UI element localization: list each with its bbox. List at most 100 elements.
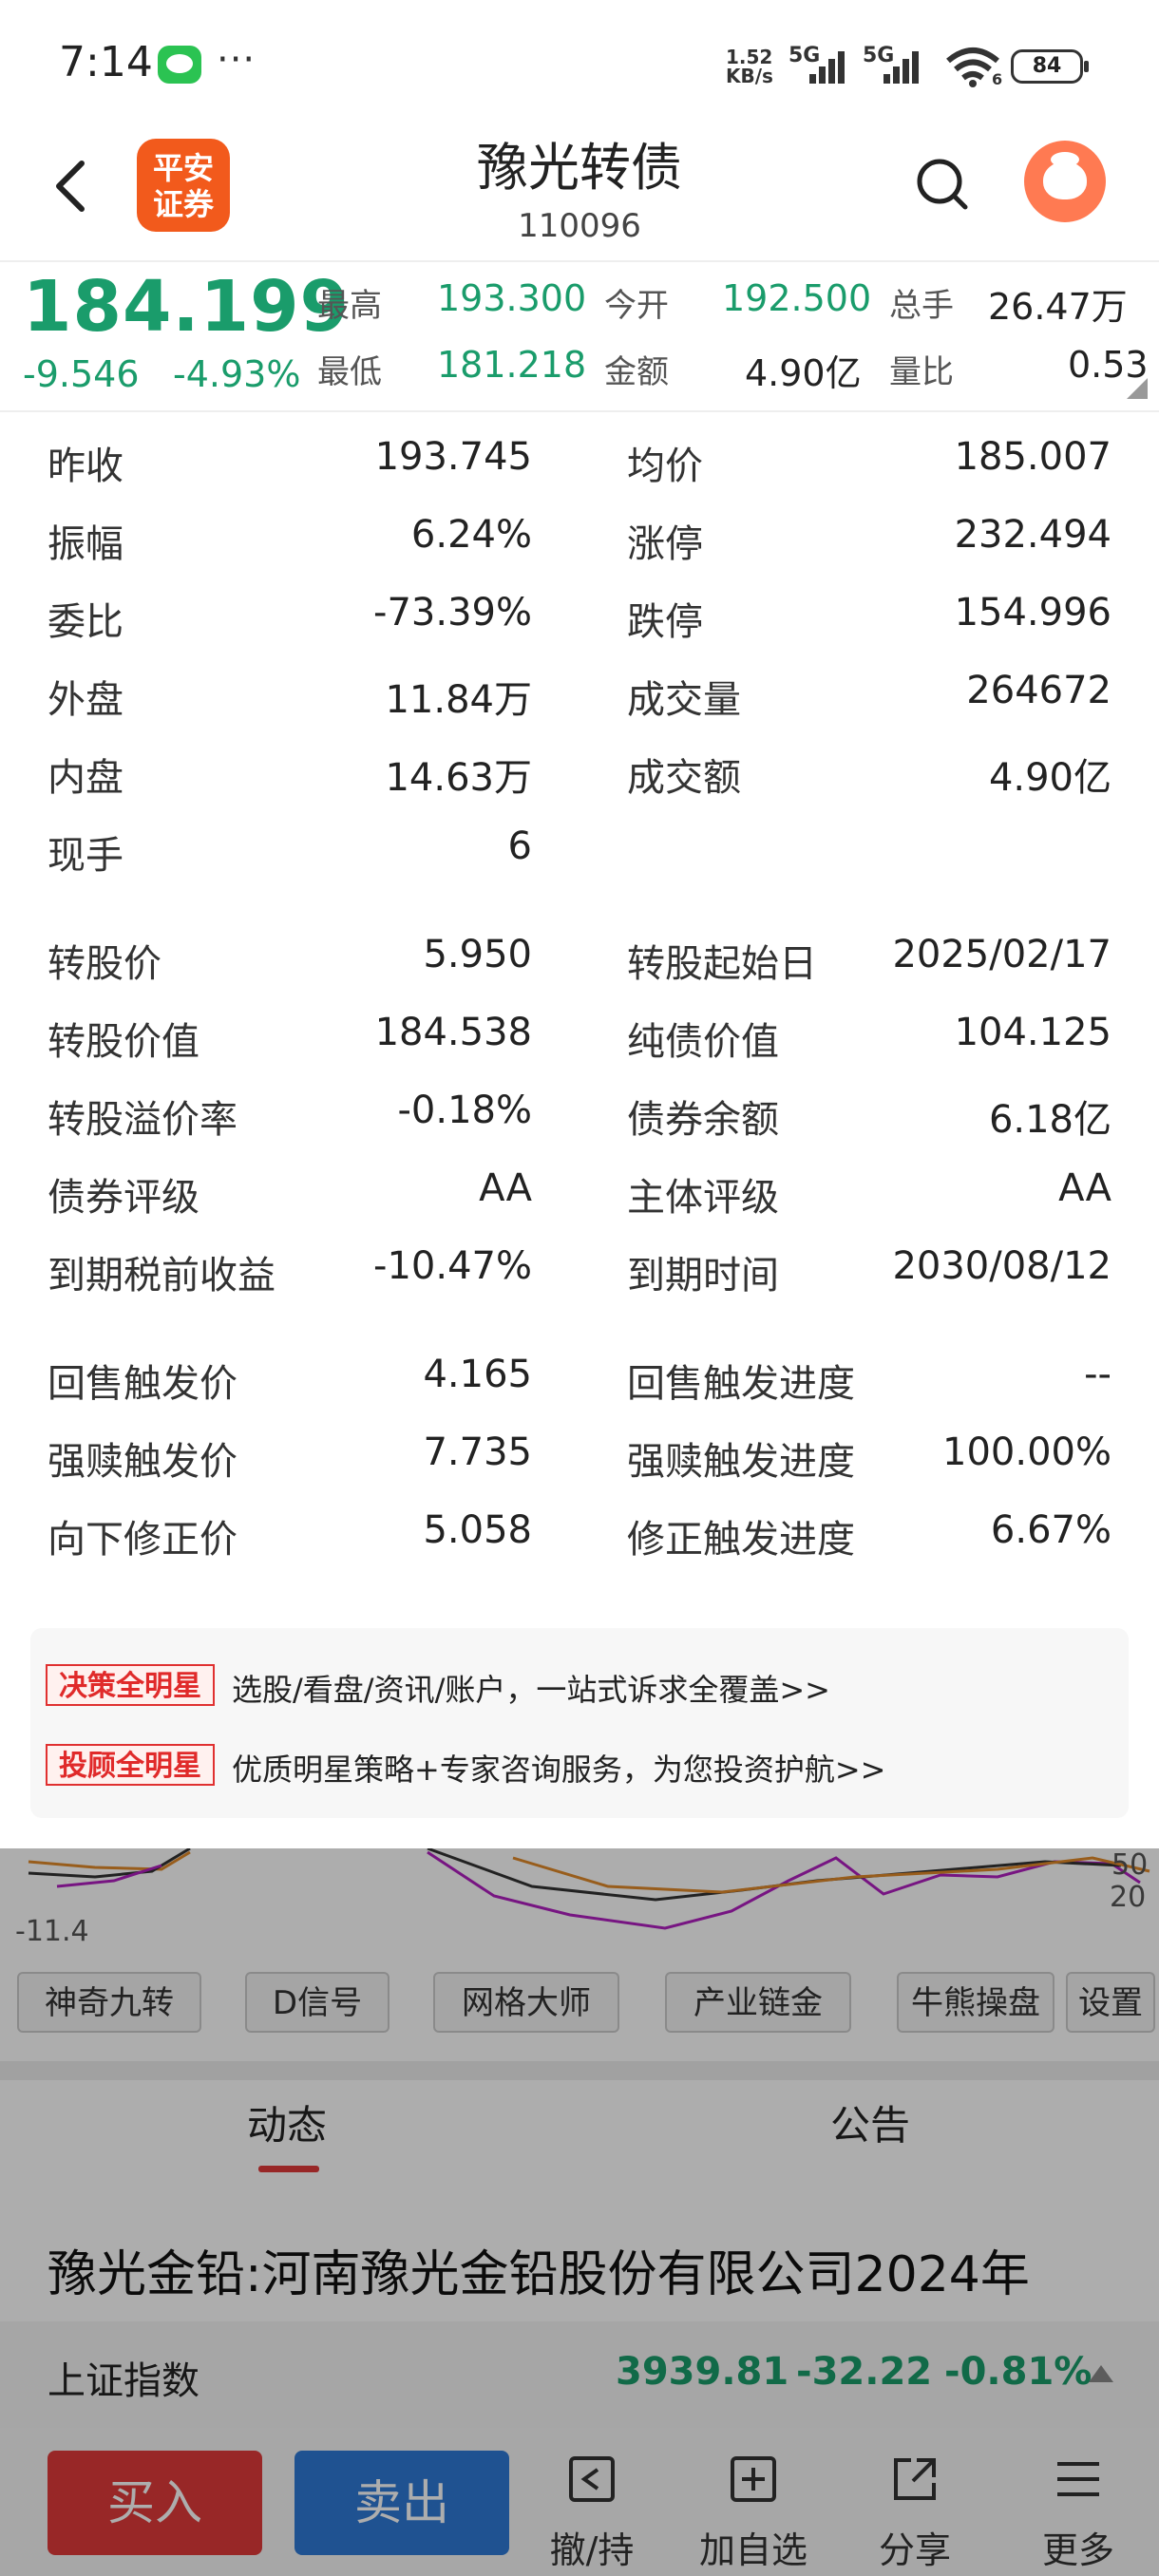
detail-label: 内盘 (48, 756, 124, 800)
price-change: -9.546 (23, 353, 140, 395)
detail-label: 到期时间 (627, 1254, 779, 1297)
signal-icon (884, 47, 929, 84)
detail-label: 回售触发价 (48, 1362, 238, 1406)
expand-corner-icon[interactable] (1127, 378, 1148, 399)
indicator-chip[interactable]: 牛熊操盘 (897, 1972, 1054, 2033)
detail-label: 主体评级 (627, 1176, 779, 1220)
indicator-chip[interactable]: D信号 (245, 1972, 390, 2033)
detail-label: 成交量 (627, 678, 741, 722)
stat-value: 192.500 (722, 277, 872, 319)
tool-label: 撤/持 (549, 2529, 635, 2571)
detail-value: 184.538 (374, 1011, 532, 1054)
share-icon (894, 2458, 936, 2500)
security-code: 110096 (518, 207, 641, 245)
promo-box: 决策全明星 选股/看盘/资讯/账户，一站式诉求全覆盖>> 投顾全明星 优质明星策… (30, 1628, 1129, 1818)
detail-label: 成交额 (627, 756, 741, 800)
last-price: 184.199 (23, 266, 351, 348)
detail-label: 外盘 (48, 678, 124, 722)
detail-label: 向下修正价 (48, 1518, 238, 1562)
detail-label: 纯债价值 (627, 1020, 779, 1064)
detail-value: -0.18% (397, 1089, 532, 1132)
wifi-badge: 6 (992, 70, 1003, 88)
status-bar: 7:14 ··· 1.52 KB/s 5G 5G 6 84 (0, 0, 1159, 133)
promo-link[interactable]: 选股/看盘/资讯/账户，一站式诉求全覆盖>> (232, 1666, 830, 1710)
detail-label: 债券余额 (627, 1098, 779, 1142)
detail-value: 14.63万 (385, 756, 532, 800)
detail-value: 104.125 (954, 1011, 1112, 1054)
chart-axis-label: 50 (1112, 1848, 1149, 1882)
battery-indicator: 84 (1011, 49, 1089, 84)
stat-label: 最高 (317, 287, 382, 325)
stat-value: 26.47万 (988, 286, 1128, 328)
stat-value: 4.90亿 (745, 352, 862, 394)
detail-label: 委比 (48, 600, 124, 644)
index-name: 上证指数 (48, 2359, 200, 2403)
logo-line1: 平安 (152, 150, 214, 186)
tool-label: 加自选 (698, 2529, 808, 2571)
net-speed-value: 1.52 (726, 46, 773, 68)
detail-value: AA (479, 1166, 532, 1210)
status-time: 7:14 (59, 38, 153, 86)
detail-label: 均价 (627, 445, 703, 488)
logo-line2: 证券 (152, 186, 214, 222)
detail-value: -73.39% (373, 591, 532, 635)
detail-value: -- (1084, 1353, 1112, 1396)
sell-button[interactable]: 卖出 (294, 2451, 509, 2555)
indicator-chip[interactable]: 网格大师 (433, 1972, 619, 2033)
net-speed: 1.52 KB/s (726, 47, 773, 85)
share-button[interactable]: 分享 (853, 2451, 977, 2571)
cancel-position-icon (569, 2456, 615, 2502)
detail-value: 5.950 (423, 933, 532, 976)
broker-logo: 平安 证券 (137, 139, 230, 232)
stat-label: 最低 (317, 353, 382, 391)
detail-value: 232.494 (954, 513, 1112, 557)
indicator-chip[interactable]: 神奇九转 (17, 1972, 201, 2033)
stat-label: 今开 (604, 287, 669, 325)
add-icon (731, 2456, 776, 2502)
detail-value: 185.007 (954, 435, 1112, 479)
detail-label: 跌停 (627, 600, 703, 644)
assistant-avatar[interactable] (1024, 141, 1106, 222)
stat-value: 193.300 (437, 277, 587, 319)
detail-value: 154.996 (954, 591, 1112, 635)
chart-axis-label: 20 (1110, 1881, 1147, 1914)
tab-news[interactable]: 动态 (247, 2093, 327, 2151)
net-speed-unit: KB/s (726, 65, 773, 87)
stat-label: 金额 (604, 353, 669, 391)
detail-value: 4.90亿 (988, 756, 1112, 800)
detail-value: 7.735 (423, 1430, 532, 1474)
index-value: 3939.81 (616, 2350, 789, 2394)
news-headline[interactable]: 豫光金铅:河南豫光金铅股份有限公司2024年 (48, 2234, 1030, 2305)
settings-chip[interactable]: 设置 (1066, 1972, 1155, 2033)
cancel-position-button[interactable]: 撤/持 (530, 2451, 654, 2571)
detail-value: 6.24% (410, 513, 532, 557)
promo-tag[interactable]: 投顾全明星 (46, 1744, 215, 1786)
detail-value: 6.67% (990, 1508, 1112, 1552)
buy-button[interactable]: 买入 (48, 2451, 262, 2555)
indicator-chip[interactable]: 产业链金 (665, 1972, 851, 2033)
detail-value: -10.47% (373, 1244, 532, 1288)
promo-link[interactable]: 优质明星策略+专家咨询服务，为您投资护航>> (232, 1746, 885, 1790)
detail-value: 6.18亿 (988, 1098, 1112, 1142)
detail-label: 转股价 (48, 942, 162, 986)
search-icon[interactable] (914, 156, 971, 213)
tab-announcement[interactable]: 公告 (830, 2093, 910, 2151)
promo-tag[interactable]: 决策全明星 (46, 1664, 215, 1706)
signal-icon (809, 47, 855, 84)
detail-label: 转股溢价率 (48, 1098, 238, 1142)
back-icon[interactable] (49, 158, 91, 215)
detail-value: 4.165 (423, 1353, 532, 1396)
detail-label: 强赎触发价 (48, 1440, 238, 1484)
detail-value: 193.745 (374, 435, 532, 479)
detail-label: 债券评级 (48, 1176, 200, 1220)
wechat-icon (158, 46, 201, 84)
index-bar[interactable]: 上证指数 3939.81 -32.22 -0.81% (0, 2321, 1159, 2428)
detail-label: 昨收 (48, 445, 124, 488)
detail-label: 修正触发进度 (627, 1518, 855, 1562)
detail-label: 涨停 (627, 522, 703, 566)
detail-value: 100.00% (942, 1430, 1112, 1474)
stat-value: 181.218 (437, 344, 587, 386)
more-button[interactable]: 更多 (1016, 2451, 1140, 2571)
add-watchlist-button[interactable]: 加自选 (692, 2451, 815, 2571)
expand-up-icon[interactable] (1089, 2365, 1113, 2382)
